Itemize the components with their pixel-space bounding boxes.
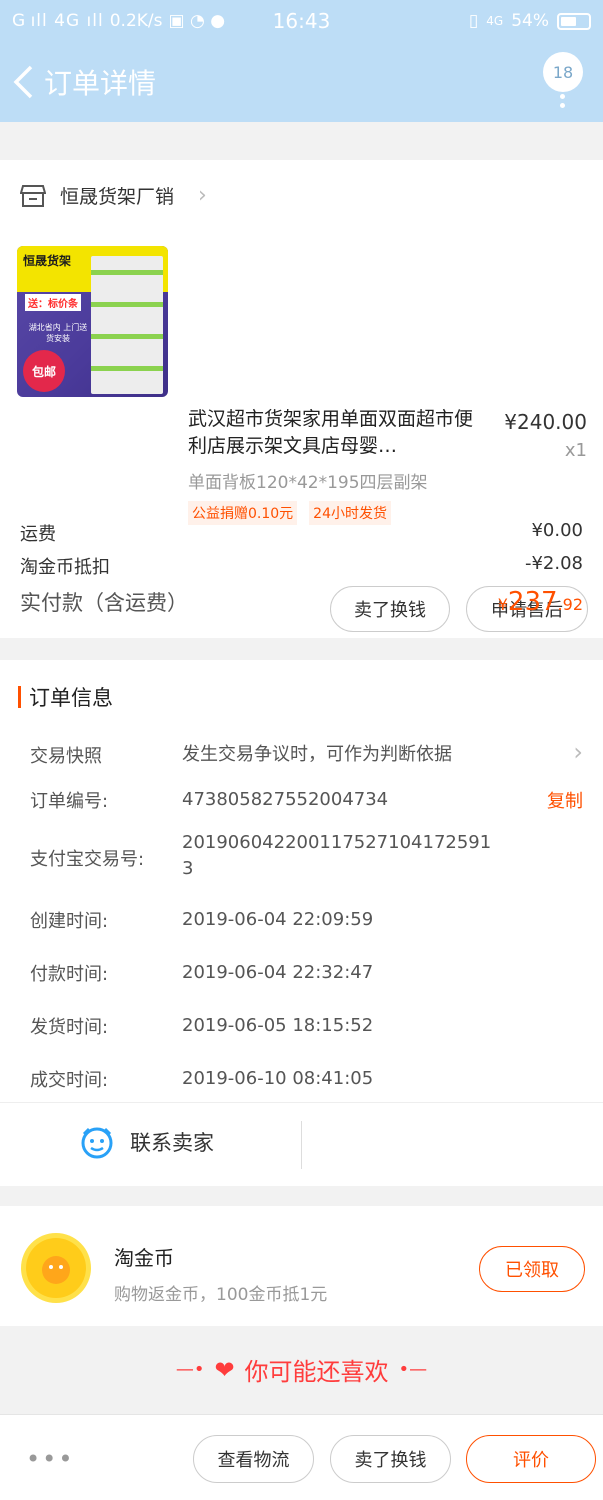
product-image-local: 湖北省内 上门送货安装 (28, 323, 88, 343)
decor-line-left: —• (175, 1359, 205, 1380)
status-bar: G ıll 4G ıll 0.2K/s ▣ ◔ ● 16:43 ▯ 4G 54% (0, 0, 603, 42)
alipay-number-row: 支付宝交易号: 2019060422001175271041725913 (30, 832, 492, 879)
page-header: 订单详情 18 (0, 42, 603, 122)
divider (301, 1121, 302, 1169)
product-spec: 单面背板120*42*195四层副架 (188, 473, 428, 493)
chevron-left-icon (13, 65, 33, 99)
product-image[interactable]: 恒晟货架 送：标价条 湖北省内 上门送货安装 包邮 (17, 246, 168, 397)
coin-card: 淘金币 购物返金币，100金币抵1元 已领取 (0, 1206, 603, 1326)
message-badge: 18 (543, 52, 583, 92)
completed-time-row: 成交时间: 2019-06-10 08:41:05 (30, 1068, 374, 1091)
product-quantity: x1 (564, 440, 587, 461)
product-image-promo: 送：标价条 (25, 294, 81, 311)
paid-amount-row: 实付款（含运费） ¥237.92 (20, 587, 583, 617)
back-button[interactable] (4, 52, 44, 112)
contact-card: 联系卖家 (0, 1102, 603, 1186)
shipping-label: 运费 (20, 524, 56, 545)
paid-amount: ¥237.92 (497, 587, 583, 617)
coin-deduction-label: 淘金币抵扣 (20, 557, 110, 578)
heading-accent-bar (18, 686, 21, 708)
order-number-row: 订单编号: 473805827552004734 复制 (30, 787, 583, 813)
gold-coin-icon (21, 1233, 91, 1303)
status-left: G ıll 4G ıll 0.2K/s ▣ ◔ ● (12, 11, 469, 31)
bottom-action-bar: ••• 查看物流 卖了换钱 评价 (0, 1414, 603, 1500)
order-info-heading: 订单信息 (18, 682, 113, 712)
coin-claimed-button[interactable]: 已领取 (479, 1246, 585, 1292)
more-vertical-icon (560, 94, 566, 108)
paid-time-row: 付款时间: 2019-06-04 22:32:47 (30, 962, 374, 985)
contact-seller-label: 联系卖家 (130, 1131, 214, 1155)
coin-subtitle: 购物返金币，100金币抵1元 (114, 1285, 328, 1305)
coin-deduction-row: 淘金币抵扣 -¥2.08 (20, 553, 583, 579)
shelf-illustration (91, 256, 163, 394)
shop-name: 恒晟货架厂销 (60, 186, 175, 208)
chevron-right-icon: › (198, 183, 207, 208)
coin-title: 淘金币 (114, 1246, 174, 1270)
recommend-section: —• ❤ 你可能还喜欢 •— (0, 1326, 603, 1416)
order-info-card: 订单信息 交易快照 发生交易争议时，可作为判断依据 › 订单编号: 473805… (0, 660, 603, 1102)
shipping-value: ¥0.00 (531, 520, 583, 541)
paid-label: 实付款（含运费） (20, 591, 188, 615)
network-speed: 0.2K/s (109, 11, 163, 31)
page-title: 订单详情 (44, 67, 157, 100)
product-price: ¥240.00 (504, 410, 587, 434)
battery-icon (557, 12, 591, 30)
shipped-time-row: 发货时间: 2019-06-05 18:15:52 (30, 1015, 374, 1038)
more-options-button[interactable]: ••• (26, 1445, 74, 1473)
recommend-heading: —• ❤ 你可能还喜欢 •— (175, 1355, 428, 1387)
review-button[interactable]: 评价 (466, 1435, 596, 1483)
created-time-row: 创建时间: 2019-06-04 22:09:59 (30, 909, 374, 932)
more-menu-button[interactable]: 18 (541, 52, 585, 112)
bottom-resell-button[interactable]: 卖了换钱 (330, 1435, 451, 1483)
vibrate-icon: ▯ (468, 11, 479, 31)
snapshot-row[interactable]: 交易快照 发生交易争议时，可作为判断依据 › (30, 738, 583, 768)
network-type: 4G (486, 14, 504, 28)
battery-percent: 54% (511, 11, 549, 31)
signal-indicator: G ıll 4G ıll (12, 11, 104, 31)
store-icon (20, 184, 46, 207)
product-image-brand: 恒晟货架 (23, 254, 72, 268)
status-right: ▯ 4G 54% (469, 11, 591, 31)
contact-seller-button[interactable]: 联系卖家 (80, 1125, 214, 1159)
decor-line-right: •— (398, 1359, 428, 1380)
chevron-right-icon: › (573, 738, 583, 766)
heart-icon: ❤ (214, 1355, 235, 1384)
shipping-fee-row: 运费 ¥0.00 (20, 520, 583, 546)
shop-link[interactable]: 恒晟货架厂销 › (20, 182, 207, 209)
product-image-seal: 包邮 (23, 350, 65, 392)
notification-icon: ▣ ◔ ● (168, 11, 226, 31)
product-title[interactable]: 武汉超市货架家用单面双面超市便利店展示架文具店母婴… (188, 406, 480, 460)
copy-button[interactable]: 复制 (547, 787, 583, 813)
chat-face-icon (81, 1127, 113, 1159)
product-card: 恒晟货架厂销 › 恒晟货架 送：标价条 湖北省内 上门送货安装 包邮 武汉超市货… (0, 160, 603, 638)
view-logistics-button[interactable]: 查看物流 (193, 1435, 314, 1483)
coin-deduction-value: -¥2.08 (524, 553, 583, 574)
